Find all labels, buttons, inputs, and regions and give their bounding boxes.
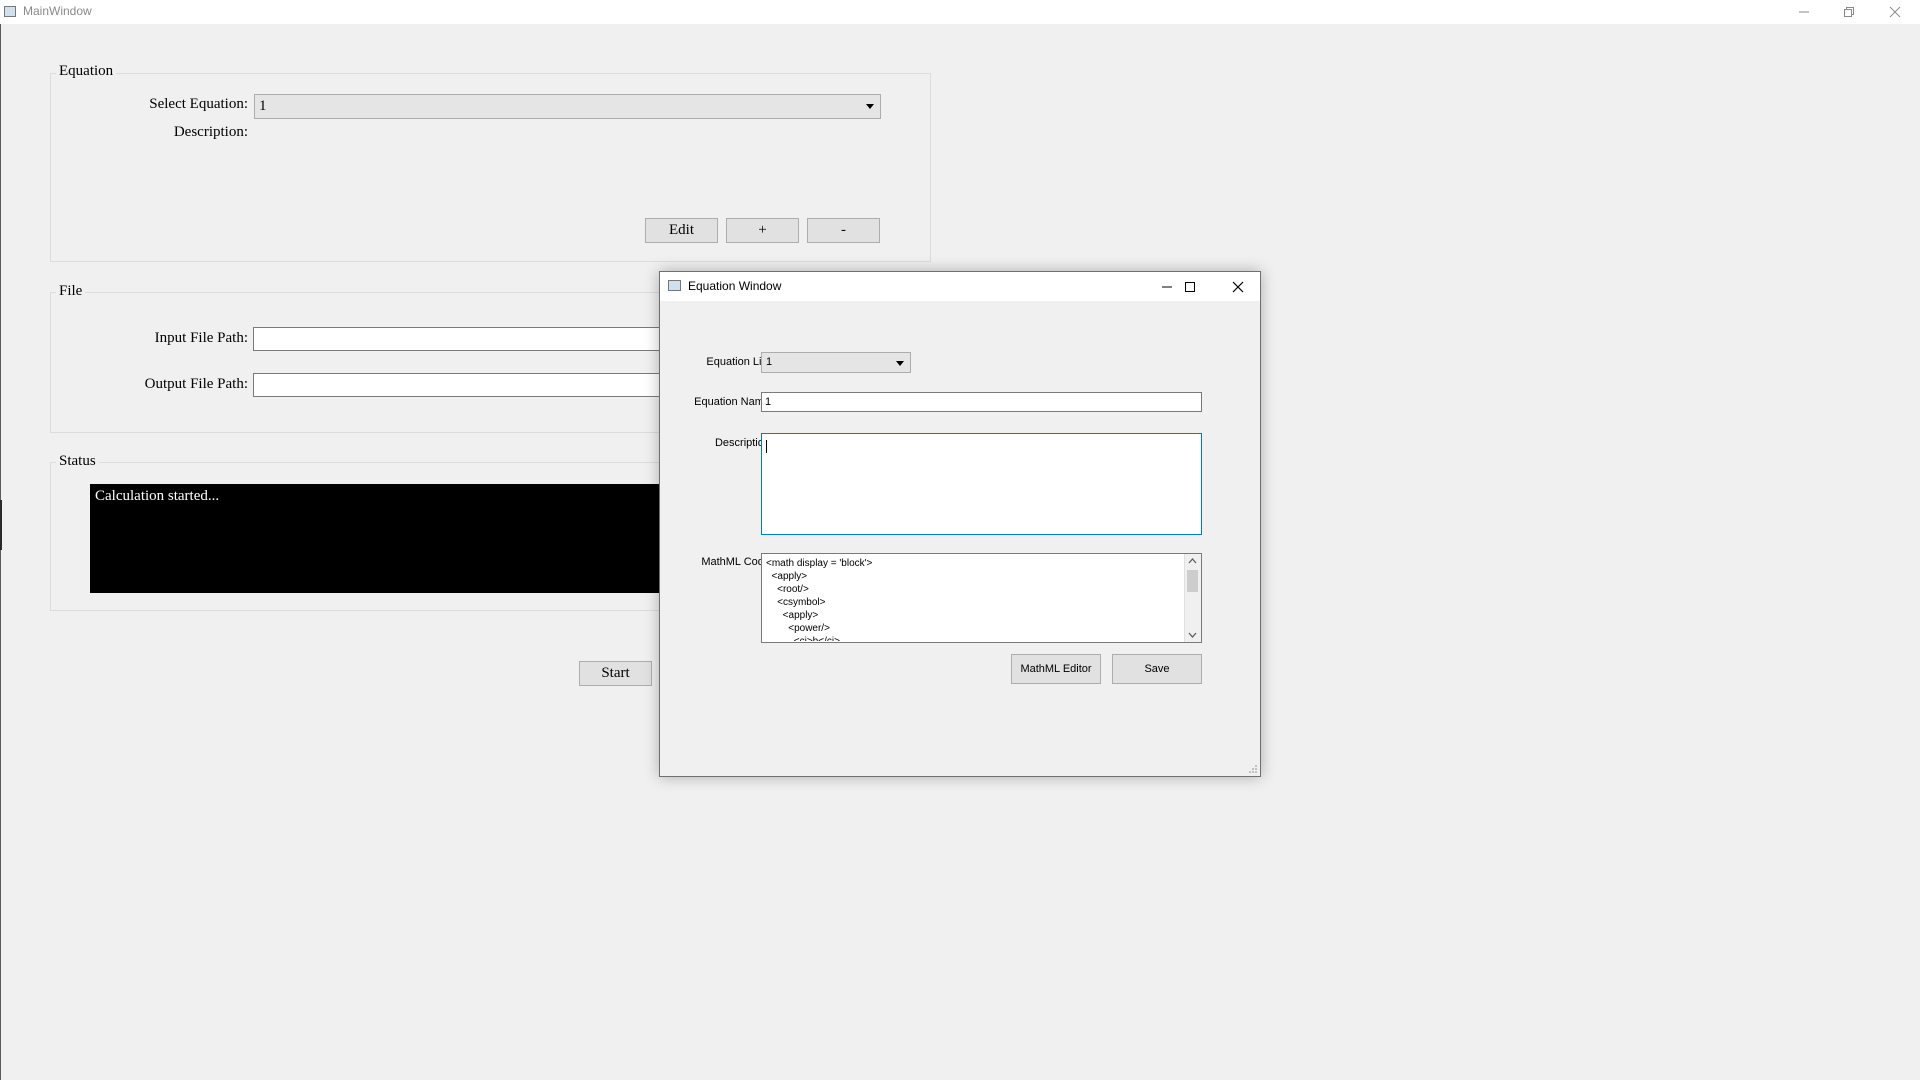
minimize-button[interactable] xyxy=(1781,0,1827,24)
equation-name-field[interactable] xyxy=(761,392,1202,412)
select-equation-combo[interactable]: 1 xyxy=(254,94,881,119)
mathml-code-line: <apply> xyxy=(766,571,808,582)
start-button[interactable]: Start xyxy=(579,661,652,686)
description-label: Description xyxy=(714,437,770,449)
mathml-code-text: <math display = 'block'> <apply> <root/>… xyxy=(766,557,1182,641)
status-group-title: Status xyxy=(56,453,99,470)
mathml-code-line: <csymbol> xyxy=(766,597,826,608)
mathml-code-line: <power/> xyxy=(766,623,830,634)
select-equation-value: 1 xyxy=(259,98,267,114)
equation-list-combo[interactable]: 1 xyxy=(761,352,911,373)
equation-group-title: Equation xyxy=(56,63,117,80)
save-button[interactable]: Save xyxy=(1112,654,1202,684)
equation-list-label: Equation List xyxy=(706,356,770,368)
window-icon xyxy=(668,280,681,291)
mathml-editor-button[interactable]: MathML Editor xyxy=(1011,654,1101,684)
select-equation-label: Select Equation: xyxy=(149,96,248,112)
mathml-scrollbar-thumb[interactable] xyxy=(1187,570,1198,592)
mathml-code-label: MathML Code xyxy=(701,556,770,568)
file-group-title: File xyxy=(56,283,86,300)
maximize-icon xyxy=(1185,281,1195,292)
text-cursor xyxy=(766,440,767,453)
main-window-title: MainWindow xyxy=(23,4,92,18)
maximize-button[interactable] xyxy=(1168,272,1212,301)
chevron-up-icon[interactable] xyxy=(1188,557,1197,564)
window-border-accent xyxy=(0,500,2,550)
description-label: Description: xyxy=(173,124,248,140)
file-group xyxy=(50,292,670,433)
mathml-code-line: <apply> xyxy=(766,610,819,621)
chevron-down-icon xyxy=(896,361,904,366)
output-file-path-label: Output File Path: xyxy=(144,376,248,392)
input-file-path-label: Input File Path: xyxy=(154,330,248,346)
remove-equation-button[interactable]: - xyxy=(807,218,880,243)
mathml-scrollbar[interactable] xyxy=(1184,554,1201,642)
equation-window[interactable]: Equation Window Equation List 1 Equation… xyxy=(659,271,1261,777)
resize-grip-icon[interactable] xyxy=(1246,762,1258,774)
chevron-down-icon[interactable] xyxy=(1188,632,1197,639)
main-title-bar[interactable] xyxy=(0,0,1920,24)
add-equation-button[interactable]: + xyxy=(726,218,799,243)
minimize-icon xyxy=(1799,11,1809,13)
input-file-path-field[interactable] xyxy=(253,327,673,351)
chevron-down-icon xyxy=(866,104,874,109)
close-icon xyxy=(1889,6,1901,18)
window-icon xyxy=(4,6,16,17)
close-icon xyxy=(1232,281,1244,292)
mathml-code-line: <root/> xyxy=(766,584,809,595)
equation-name-label: Equation Name xyxy=(694,396,770,408)
status-console[interactable]: Calculation started... xyxy=(90,484,670,593)
window-border xyxy=(0,24,1,1080)
close-button[interactable] xyxy=(1872,0,1918,24)
equation-list-value: 1 xyxy=(766,356,773,368)
mathml-code-line: <ci>b</ci> xyxy=(766,635,1182,641)
description-textarea[interactable] xyxy=(761,433,1202,535)
restore-button[interactable] xyxy=(1826,0,1872,24)
restore-icon xyxy=(1844,7,1854,17)
equation-window-title: Equation Window xyxy=(688,279,782,293)
status-console-text: Calculation started... xyxy=(95,488,220,504)
output-file-path-field[interactable] xyxy=(253,373,673,397)
mathml-code-line: <math display = 'block'> xyxy=(766,558,873,569)
mathml-code-textarea[interactable]: <math display = 'block'> <apply> <root/>… xyxy=(761,553,1202,643)
edit-button[interactable]: Edit xyxy=(645,218,718,243)
close-button[interactable] xyxy=(1216,272,1260,301)
